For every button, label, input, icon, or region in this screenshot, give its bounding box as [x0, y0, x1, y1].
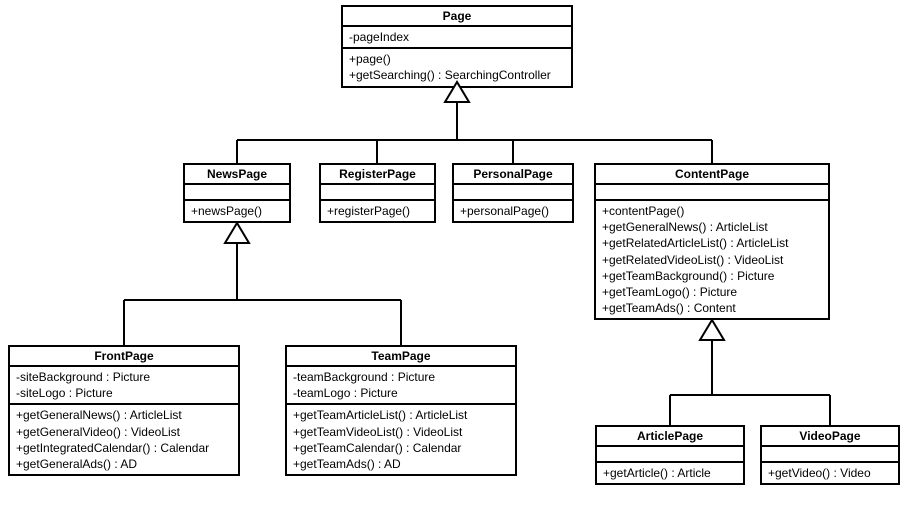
- gen-page: [237, 82, 712, 163]
- op-line: +getTeamArticleList() : ArticleList: [293, 407, 509, 423]
- class-page: Page -pageIndex +page() +getSearching() …: [341, 5, 573, 88]
- attr-line: -teamLogo : Picture: [293, 385, 509, 401]
- class-personalpage-attrs: [454, 185, 572, 201]
- class-newspage-name: NewsPage: [185, 165, 289, 185]
- op-line: +page(): [349, 51, 565, 67]
- class-newspage-attrs: [185, 185, 289, 201]
- class-registerpage: RegisterPage +registerPage(): [319, 163, 436, 223]
- class-newspage-ops: +newsPage(): [185, 201, 289, 221]
- op-line: +getRelatedArticleList() : ArticleList: [602, 235, 822, 251]
- class-page-attrs: -pageIndex: [343, 27, 571, 49]
- op-line: +getSearching() : SearchingController: [349, 67, 565, 83]
- class-contentpage-attrs: [596, 185, 828, 201]
- op-line: +getTeamLogo() : Picture: [602, 284, 822, 300]
- class-page-name: Page: [343, 7, 571, 27]
- class-videopage-name: VideoPage: [762, 427, 898, 447]
- op-line: +contentPage(): [602, 203, 822, 219]
- attr-line: -pageIndex: [349, 29, 565, 45]
- attr-line: -teamBackground : Picture: [293, 369, 509, 385]
- class-teampage: TeamPage -teamBackground : Picture -team…: [285, 345, 517, 476]
- op-line: +getGeneralNews() : ArticleList: [16, 407, 232, 423]
- class-articlepage: ArticlePage +getArticle() : Article: [595, 425, 745, 485]
- op-line: +getIntegratedCalendar() : Calendar: [16, 440, 232, 456]
- class-personalpage-ops: +personalPage(): [454, 201, 572, 221]
- class-registerpage-name: RegisterPage: [321, 165, 434, 185]
- op-line: +newsPage(): [191, 203, 283, 219]
- gen-contentpage: [670, 320, 830, 425]
- op-line: +getRelatedVideoList() : VideoList: [602, 252, 822, 268]
- class-articlepage-name: ArticlePage: [597, 427, 743, 447]
- class-teampage-ops: +getTeamArticleList() : ArticleList +get…: [287, 405, 515, 474]
- class-personalpage-name: PersonalPage: [454, 165, 572, 185]
- attr-line: -siteLogo : Picture: [16, 385, 232, 401]
- class-registerpage-attrs: [321, 185, 434, 201]
- op-line: +getTeamAds() : AD: [293, 456, 509, 472]
- attr-line: -siteBackground : Picture: [16, 369, 232, 385]
- gen-newspage: [124, 223, 401, 345]
- class-frontpage-ops: +getGeneralNews() : ArticleList +getGene…: [10, 405, 238, 474]
- class-videopage: VideoPage +getVideo() : Video: [760, 425, 900, 485]
- op-line: +getArticle() : Article: [603, 465, 737, 481]
- class-contentpage-ops: +contentPage() +getGeneralNews() : Artic…: [596, 201, 828, 318]
- class-teampage-attrs: -teamBackground : Picture -teamLogo : Pi…: [287, 367, 515, 405]
- op-line: +getTeamAds() : Content: [602, 300, 822, 316]
- op-line: +getGeneralVideo() : VideoList: [16, 424, 232, 440]
- class-frontpage-name: FrontPage: [10, 347, 238, 367]
- class-articlepage-ops: +getArticle() : Article: [597, 463, 743, 483]
- class-frontpage-attrs: -siteBackground : Picture -siteLogo : Pi…: [10, 367, 238, 405]
- op-line: +getGeneralNews() : ArticleList: [602, 219, 822, 235]
- class-registerpage-ops: +registerPage(): [321, 201, 434, 221]
- op-line: +getTeamVideoList() : VideoList: [293, 424, 509, 440]
- class-teampage-name: TeamPage: [287, 347, 515, 367]
- class-videopage-attrs: [762, 447, 898, 463]
- op-line: +getTeamCalendar() : Calendar: [293, 440, 509, 456]
- class-contentpage: ContentPage +contentPage() +getGeneralNe…: [594, 163, 830, 320]
- class-newspage: NewsPage +newsPage(): [183, 163, 291, 223]
- class-frontpage: FrontPage -siteBackground : Picture -sit…: [8, 345, 240, 476]
- class-articlepage-attrs: [597, 447, 743, 463]
- class-personalpage: PersonalPage +personalPage(): [452, 163, 574, 223]
- op-line: +getTeamBackground() : Picture: [602, 268, 822, 284]
- op-line: +personalPage(): [460, 203, 566, 219]
- class-page-ops: +page() +getSearching() : SearchingContr…: [343, 49, 571, 85]
- class-videopage-ops: +getVideo() : Video: [762, 463, 898, 483]
- op-line: +registerPage(): [327, 203, 428, 219]
- op-line: +getVideo() : Video: [768, 465, 892, 481]
- op-line: +getGeneralAds() : AD: [16, 456, 232, 472]
- class-contentpage-name: ContentPage: [596, 165, 828, 185]
